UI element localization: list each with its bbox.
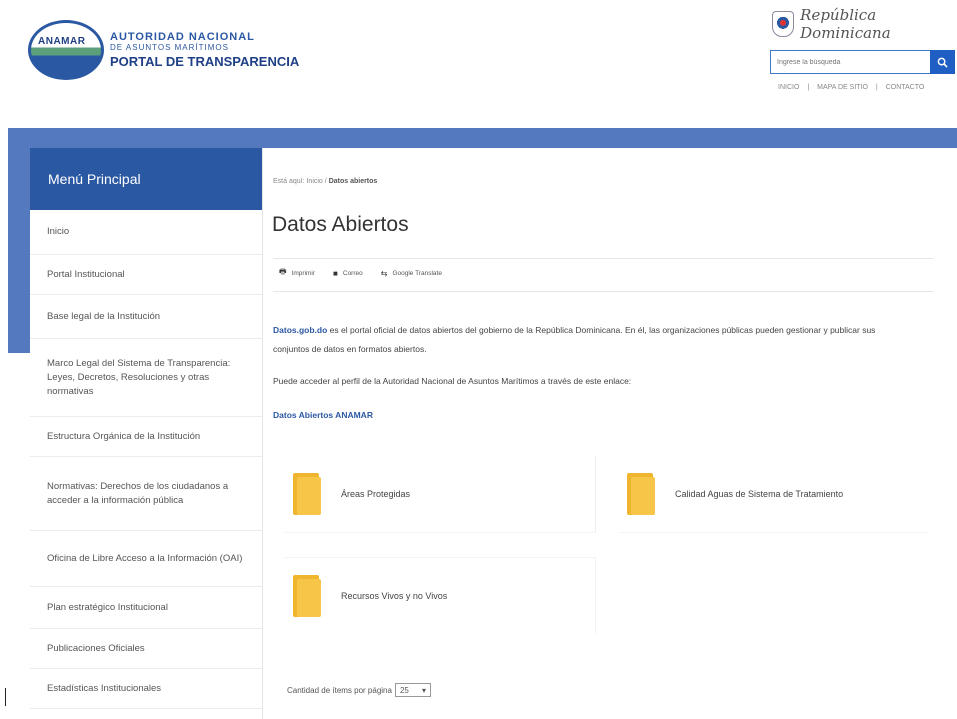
sidebar-item[interactable]: Base legal de la Institución xyxy=(30,295,262,339)
folder-card[interactable]: Áreas Protegidas xyxy=(285,456,596,533)
sidebar-item[interactable]: Estadísticas Institucionales xyxy=(30,669,262,709)
top-link-separator: | xyxy=(807,84,810,91)
text-cursor xyxy=(5,688,6,706)
items-per-page-value: 25 xyxy=(399,685,409,695)
sidebar-item[interactable]: Normativas: Derechos de los ciudadanos a… xyxy=(30,457,262,531)
search-button[interactable] xyxy=(930,50,955,74)
republic-text: República Dominicana xyxy=(800,6,891,42)
republic-brand[interactable]: República Dominicana xyxy=(772,6,957,42)
header-band xyxy=(8,128,957,148)
folder-label: Recursos Vivos y no Vivos xyxy=(341,591,448,601)
breadcrumb-prefix: Está aquí: xyxy=(273,178,305,185)
folder-label: Calidad Aguas de Sistema de Tratamiento xyxy=(675,489,844,499)
sidebar-item[interactable]: Publicaciones Oficiales xyxy=(30,629,262,669)
logo-text: AUTORIDAD NACIONAL DE ASUNTOS MARÍTIMOS … xyxy=(110,30,300,69)
folder-card[interactable]: Calidad Aguas de Sistema de Tratamiento xyxy=(619,456,929,533)
google-translate-icon: ⇆ xyxy=(380,268,388,278)
sidebar-item[interactable]: Portal Institucional xyxy=(30,255,262,295)
coat-of-arms-icon xyxy=(772,11,795,37)
logo-portal: PORTAL DE TRANSPARENCIA xyxy=(110,53,300,69)
google-translate-label: Google Translate xyxy=(392,269,442,277)
folder-label: Áreas Protegidas xyxy=(341,489,411,499)
folder-icon xyxy=(627,473,657,515)
items-per-page-label: Cantidad de ítems por página xyxy=(287,685,392,695)
items-per-page: Cantidad de ítems por página 25 ▾ xyxy=(287,683,431,697)
logo[interactable]: ANAMAR AUTORIDAD NACIONAL DE ASUNTOS MAR… xyxy=(28,20,299,80)
folder-icon xyxy=(293,473,323,515)
folder-card[interactable]: Recursos Vivos y no Vivos xyxy=(285,557,596,634)
search-bar xyxy=(770,50,955,74)
divider xyxy=(273,258,933,259)
print-label: Imprimir xyxy=(291,269,316,277)
top-link-contacto[interactable]: CONTACTO xyxy=(886,84,925,91)
breadcrumb: Está aquí: Inicio / Datos abiertos xyxy=(273,178,377,185)
print-icon: 🖶 xyxy=(279,267,287,276)
article-tools: 🖶 Imprimir ■ Correo ⇆ Google Translate xyxy=(279,266,460,280)
chevron-down-icon: ▾ xyxy=(421,685,426,695)
left-accent xyxy=(8,148,30,353)
intro-paragraph: Datos.gob.do es el portal oficial de dat… xyxy=(273,321,913,359)
items-per-page-select[interactable]: 25 ▾ xyxy=(394,683,431,697)
top-links: INICIO | MAPA DE SITIO | CONTACTO xyxy=(778,84,930,91)
folder-icon xyxy=(293,575,323,617)
access-paragraph: Puede acceder al perfil de la Autoridad … xyxy=(273,376,632,386)
sidebar-title: Menú Principal xyxy=(30,148,262,210)
print-button[interactable]: 🖶 Imprimir xyxy=(279,266,315,280)
sidebar-item[interactable]: Marco Legal del Sistema de Transparencia… xyxy=(30,339,262,417)
top-link-sitemap[interactable]: MAPA DE SITIO xyxy=(817,84,868,91)
sidebar-item[interactable]: Plan estratégico Institucional xyxy=(30,587,262,629)
search-input[interactable] xyxy=(770,50,930,74)
breadcrumb-separator: / xyxy=(324,178,327,185)
breadcrumb-current: Datos abiertos xyxy=(328,178,378,185)
divider xyxy=(273,291,933,292)
intro-text: es el portal oficial de datos abiertos d… xyxy=(273,325,876,354)
main-content: Está aquí: Inicio / Datos abiertos Datos… xyxy=(263,148,957,719)
logo-line2: DE ASUNTOS MARÍTIMOS xyxy=(110,42,229,52)
email-label: Correo xyxy=(342,269,363,277)
sidebar-menu: Inicio Portal Institucional Base legal de … xyxy=(30,210,262,709)
email-button[interactable]: ■ Correo xyxy=(333,266,363,280)
top-link-separator: | xyxy=(875,84,878,91)
sidebar-item[interactable]: Inicio xyxy=(30,210,262,255)
search-icon xyxy=(937,57,948,68)
sidebar-item[interactable]: Oficina de Libre Acceso a la Información… xyxy=(30,531,262,587)
sidebar: Menú Principal Inicio Portal Instituciona… xyxy=(30,148,263,719)
sidebar-item[interactable]: Estructura Orgánica de la Institución xyxy=(30,417,262,457)
breadcrumb-home[interactable]: Inicio xyxy=(306,178,322,185)
google-translate-button[interactable]: ⇆ Google Translate xyxy=(381,266,442,280)
logo-emblem: ANAMAR xyxy=(28,20,104,80)
profile-link[interactable]: Datos Abiertos ANAMAR xyxy=(273,410,373,420)
email-icon: ■ xyxy=(333,268,338,278)
top-link-inicio[interactable]: INICIO xyxy=(778,84,799,91)
logo-line1: AUTORIDAD NACIONAL xyxy=(110,30,255,43)
page-title: Datos Abiertos xyxy=(272,213,409,236)
logo-acronym: ANAMAR xyxy=(36,36,88,47)
datos-gob-link[interactable]: Datos.gob.do xyxy=(273,325,327,335)
